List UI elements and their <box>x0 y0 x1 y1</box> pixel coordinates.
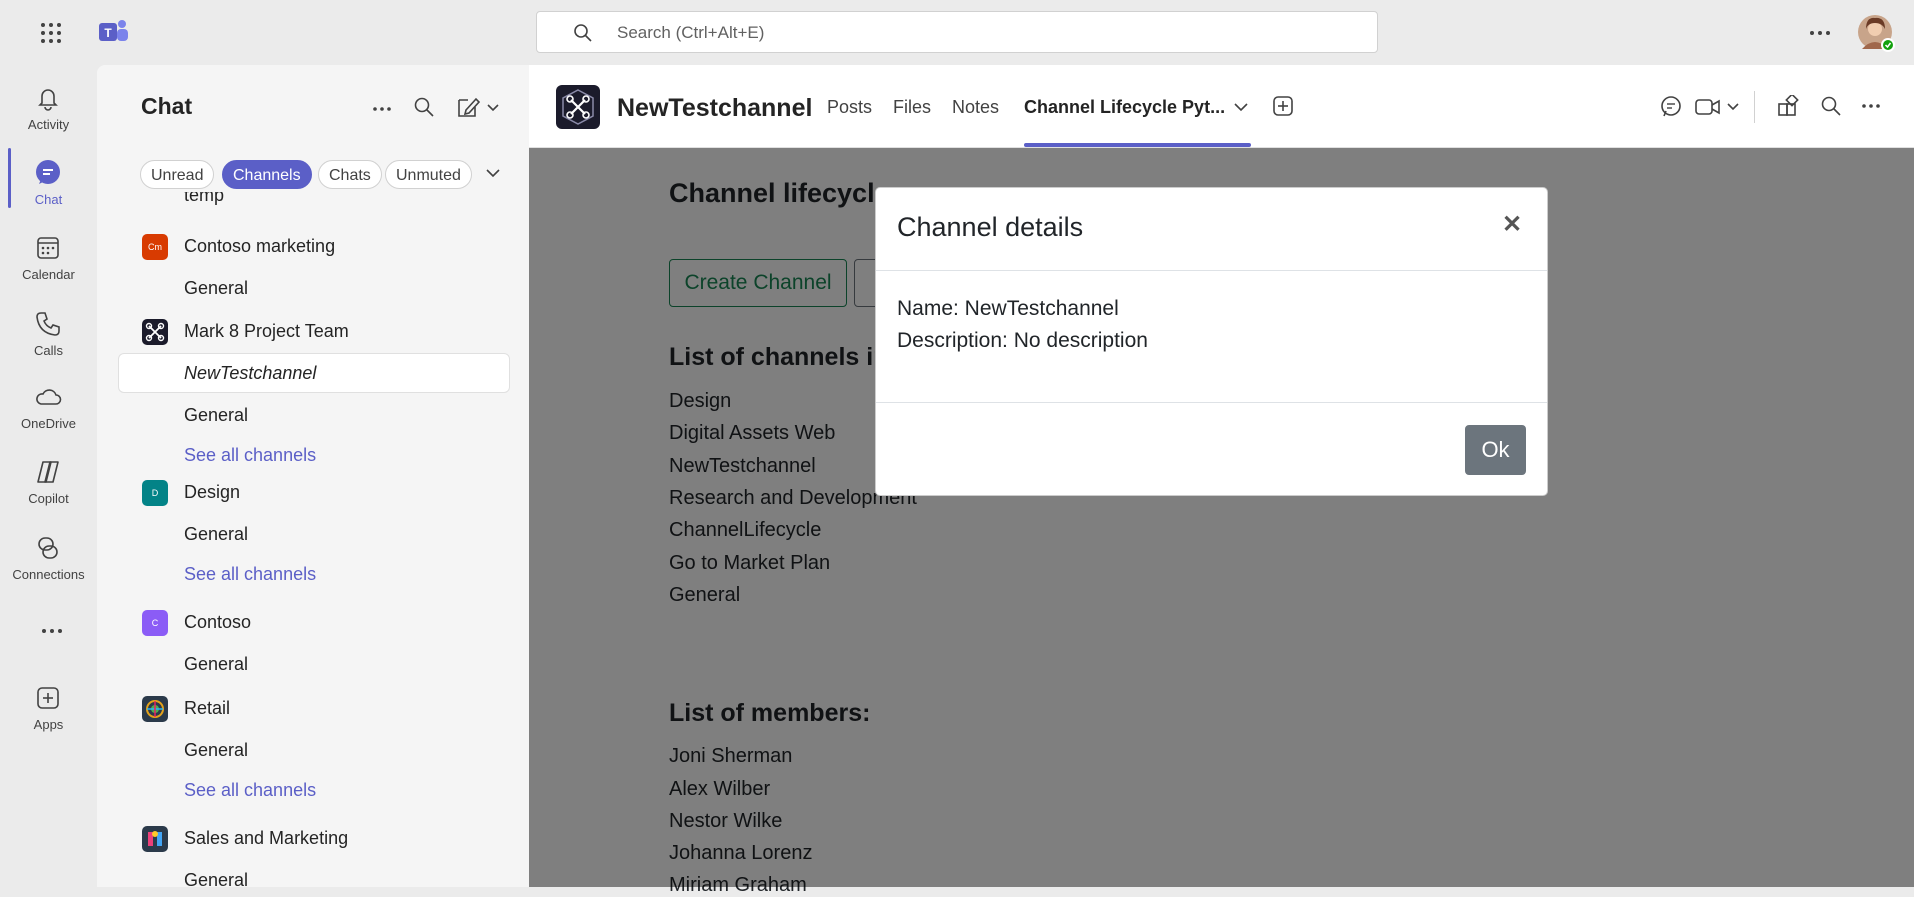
channel-header: NewTestchannel Posts Files Notes Channel… <box>529 65 1914 148</box>
team-name[interactable]: Retail <box>184 698 230 719</box>
channel-team-icon <box>556 85 600 129</box>
rail-activity[interactable]: Activity <box>0 73 97 143</box>
add-app-icon <box>33 683 63 713</box>
chevron-down-icon[interactable] <box>1234 102 1248 112</box>
search-icon <box>573 23 593 43</box>
rail-label: Connections <box>12 567 85 582</box>
rail-label: Copilot <box>28 491 69 506</box>
rail-label: Apps <box>33 717 64 732</box>
tab-channel-lifecycle[interactable]: Channel Lifecycle Pyt... <box>1024 97 1225 118</box>
rail-onedrive[interactable]: OneDrive <box>0 372 97 442</box>
svg-text:T: T <box>104 26 112 40</box>
teams-logo-icon: T <box>99 18 129 46</box>
rail-calendar[interactable]: Calendar <box>0 223 97 293</box>
rail-label: Calendar <box>22 267 75 282</box>
team-name[interactable]: Contoso <box>184 612 251 633</box>
channel-name: NewTestchannel <box>617 94 813 122</box>
team-icon <box>142 826 168 852</box>
chat-icon <box>33 158 63 188</box>
filter-chats[interactable]: Chats <box>318 160 382 189</box>
search-icon[interactable] <box>1820 95 1842 117</box>
team-icon <box>142 319 168 345</box>
tab-files[interactable]: Files <box>893 97 931 118</box>
rail-label: Activity <box>27 117 70 132</box>
app-rail: Activity Chat Calendar Calls OneDrive Co… <box>0 65 97 887</box>
apps-icon[interactable] <box>1777 95 1799 117</box>
phone-icon <box>33 309 63 339</box>
search-icon[interactable] <box>413 96 435 118</box>
channel-item[interactable]: General <box>184 524 248 545</box>
more-options-icon[interactable] <box>372 106 392 112</box>
search-placeholder: Search (Ctrl+Alt+E) <box>617 23 765 42</box>
avatar[interactable] <box>1858 15 1896 53</box>
close-icon[interactable]: ✕ <box>1502 210 1522 239</box>
cloud-icon <box>33 382 63 412</box>
rail-connections[interactable]: Connections <box>0 523 97 593</box>
channel-item[interactable]: General <box>184 405 248 426</box>
team-name[interactable]: Design <box>184 482 240 503</box>
search-box[interactable]: Search (Ctrl+Alt+E) <box>536 11 1378 53</box>
channel-item-selected[interactable]: NewTestchannel <box>184 363 316 384</box>
team-name[interactable]: Sales and Marketing <box>184 828 348 849</box>
bell-icon <box>33 83 63 113</box>
rail-calls[interactable]: Calls <box>0 299 97 369</box>
team-icon: C <box>142 610 168 636</box>
app-launcher-icon[interactable] <box>40 22 62 44</box>
divider <box>876 402 1547 403</box>
channel-details-dialog: Channel details ✕ Name: NewTestchannel D… <box>875 187 1548 496</box>
rail-label: Chat <box>34 192 63 207</box>
ok-button[interactable]: Ok <box>1465 425 1526 475</box>
rail-label: Calls <box>34 343 63 358</box>
team-icon <box>142 696 168 722</box>
channel-item[interactable]: General <box>184 740 248 761</box>
filter-unread[interactable]: Unread <box>140 160 215 189</box>
active-tab-indicator <box>1024 143 1251 147</box>
list-item[interactable]: temp <box>184 192 224 206</box>
team-icon: Cm <box>142 234 168 260</box>
filter-unmuted[interactable]: Unmuted <box>385 160 472 189</box>
chat-list-pane: Chat Unread Channels Chats Unmuted temp … <box>97 65 529 887</box>
divider <box>1754 91 1755 123</box>
pane-title: Chat <box>141 93 193 119</box>
rail-chat[interactable]: Chat <box>0 148 97 218</box>
rail-apps[interactable]: Apps <box>0 673 97 743</box>
copilot-icon <box>33 457 63 487</box>
more-options-icon[interactable] <box>1861 103 1881 109</box>
see-all-channels-link[interactable]: See all channels <box>184 780 316 801</box>
channel-description-line: Description: No description <box>897 329 1148 352</box>
channel-item[interactable]: General <box>184 654 248 675</box>
new-chat-icon[interactable] <box>456 95 504 119</box>
rail-label: OneDrive <box>21 416 76 431</box>
channel-list: temp Cm Contoso marketing General Mark 8… <box>97 192 529 887</box>
more-options-icon[interactable] <box>1809 30 1831 36</box>
dialog-title: Channel details <box>897 212 1084 242</box>
tab-posts[interactable]: Posts <box>827 97 872 118</box>
rail-copilot[interactable]: Copilot <box>0 447 97 517</box>
chevron-down-icon[interactable] <box>486 168 500 178</box>
team-name[interactable]: Mark 8 Project Team <box>184 321 349 342</box>
team-icon: D <box>142 480 168 506</box>
more-apps-icon[interactable] <box>41 628 63 634</box>
tab-notes[interactable]: Notes <box>952 97 999 118</box>
filter-channels[interactable]: Channels <box>222 160 312 189</box>
channel-name-line: Name: NewTestchannel <box>897 297 1119 320</box>
connections-icon <box>33 533 63 563</box>
channel-item[interactable]: General <box>184 870 248 887</box>
channel-item[interactable]: General <box>184 278 248 299</box>
add-tab-icon[interactable] <box>1272 95 1294 117</box>
divider <box>876 270 1547 271</box>
team-name[interactable]: Contoso marketing <box>184 236 335 257</box>
meet-video-icon[interactable] <box>1695 95 1745 119</box>
title-bar: T Search (Ctrl+Alt+E) <box>0 0 1914 65</box>
see-all-channels-link[interactable]: See all channels <box>184 564 316 585</box>
see-all-channels-link[interactable]: See all channels <box>184 445 316 466</box>
calendar-icon <box>33 233 63 263</box>
conversation-icon[interactable] <box>1659 95 1683 119</box>
